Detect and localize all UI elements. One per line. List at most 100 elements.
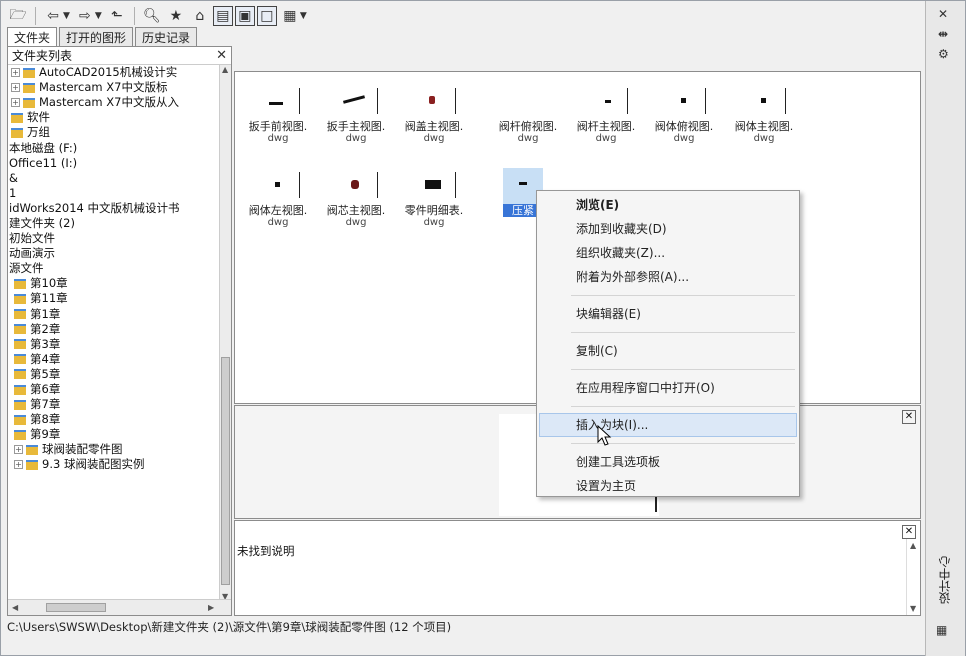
tree-item[interactable]: + Mastercam X7中文版从入: [8, 95, 220, 110]
menu-separator: [571, 295, 795, 296]
drawing-thumbnail[interactable]: 阀盖主视图. dwg: [395, 84, 473, 144]
tree-item[interactable]: 动画演示: [8, 246, 220, 261]
expand-icon[interactable]: +: [14, 460, 23, 470]
tree-view-toggle-icon[interactable]: ▤: [212, 6, 233, 26]
mouse-cursor-icon: [597, 425, 612, 446]
tree-item-label: 第8章: [30, 412, 61, 427]
tree-item[interactable]: 第9章: [8, 427, 220, 442]
home-icon[interactable]: ⌂: [189, 5, 211, 27]
tree-vertical-scrollbar[interactable]: ▲ ▼: [219, 65, 231, 601]
tab-open-drawings[interactable]: 打开的图形: [59, 27, 134, 46]
scroll-right-icon[interactable]: ▶: [208, 603, 214, 612]
views-icon[interactable]: ▦: [279, 5, 301, 27]
scroll-up-icon[interactable]: ▲: [222, 65, 228, 74]
drawing-thumbnail[interactable]: 零件明细表. dwg: [395, 168, 473, 228]
menu-item-attach-xref[interactable]: 附着为外部参照(A)...: [539, 265, 797, 289]
tree-item[interactable]: 第4章: [8, 352, 220, 367]
close-preview-icon[interactable]: ✕: [902, 410, 916, 424]
tree-item[interactable]: 第8章: [8, 412, 220, 427]
thumbnail-ext: dwg: [673, 133, 695, 144]
drawing-preview-icon: [239, 168, 317, 204]
tree-item[interactable]: 第5章: [8, 367, 220, 382]
close-icon[interactable]: ✕: [216, 48, 227, 63]
drawing-thumbnail[interactable]: 阀芯主视图. dwg: [317, 168, 395, 228]
folder-icon: [14, 293, 26, 304]
menu-item-insert-as-block[interactable]: 插入为块(I)...: [539, 413, 797, 437]
back-icon[interactable]: ⇦: [42, 5, 64, 27]
drawing-thumbnail[interactable]: 扳手主视图. dwg: [317, 84, 395, 144]
favorites-icon[interactable]: ★: [165, 5, 187, 27]
favorites-view-toggle-icon[interactable]: ▣: [234, 6, 255, 26]
tree-item[interactable]: 第1章: [8, 307, 220, 322]
tree-item[interactable]: 初始文件: [8, 231, 220, 246]
forward-icon[interactable]: ⇨: [74, 5, 96, 27]
description-scrollbar[interactable]: ▲ ▼: [906, 539, 920, 615]
close-icon[interactable]: ✕: [938, 7, 948, 21]
tree-item[interactable]: 第11章: [8, 291, 220, 306]
up-folder-icon[interactable]: ⬑: [106, 5, 128, 27]
menu-item-copy[interactable]: 复制(C): [539, 339, 797, 363]
drawing-thumbnail[interactable]: 阀体俯视图. dwg: [645, 84, 723, 144]
expand-icon[interactable]: +: [11, 83, 20, 93]
expand-icon[interactable]: +: [11, 68, 20, 78]
folder-icon: [26, 459, 38, 470]
tree-item[interactable]: 第7章: [8, 397, 220, 412]
tree-item[interactable]: 第3章: [8, 337, 220, 352]
close-description-icon[interactable]: ✕: [902, 525, 916, 539]
tree-item[interactable]: +9.3 球阀装配图实例: [8, 457, 220, 472]
menu-item-add-to-favorites[interactable]: 添加到收藏夹(D): [539, 217, 797, 241]
drawing-preview-icon: [317, 84, 395, 120]
tree-item[interactable]: 本地磁盘 (F:): [8, 140, 220, 155]
menu-item-block-editor[interactable]: 块编辑器(E): [539, 302, 797, 326]
scrollbar-thumb[interactable]: [46, 603, 106, 612]
drawing-thumbnail[interactable]: 扳手前视图. dwg: [239, 84, 317, 144]
tree-item[interactable]: 第6章: [8, 382, 220, 397]
tree-item[interactable]: 第2章: [8, 322, 220, 337]
auto-hide-icon[interactable]: ⇹: [938, 27, 948, 41]
tree-item[interactable]: + 球阀装配零件图: [8, 442, 220, 457]
menu-item-set-as-home[interactable]: 设置为主页: [539, 474, 797, 498]
scroll-down-icon[interactable]: ▼: [910, 604, 916, 613]
folder-tree-pane: 文件夹列表 ✕ + AutoCAD2015机械设计实 + Mastercam X7中…: [7, 46, 232, 616]
drawing-thumbnail[interactable]: 阀体主视图. dwg: [725, 84, 803, 144]
tree-item[interactable]: &: [8, 171, 220, 186]
drawing-thumbnail[interactable]: 阀杆俯视图. dwg: [489, 84, 567, 144]
scrollbar-thumb[interactable]: [221, 357, 230, 585]
tree-item[interactable]: idWorks2014 中文版机械设计书: [8, 201, 220, 216]
tree-item-label: Office11 (I:): [9, 155, 78, 170]
drawing-thumbnail[interactable]: 阀体左视图. dwg: [239, 168, 317, 228]
tree-item[interactable]: Office11 (I:): [8, 156, 220, 171]
drawing-thumbnail[interactable]: 阀杆主视图. dwg: [567, 84, 645, 144]
tree-horizontal-scrollbar[interactable]: ◀ ▶: [8, 599, 231, 615]
properties-icon[interactable]: ⚙: [938, 47, 949, 61]
menu-item-open-in-app-window[interactable]: 在应用程序窗口中打开(O): [539, 376, 797, 400]
tree-item[interactable]: 第10章: [8, 276, 220, 291]
menu-item-browse[interactable]: 浏览(E): [539, 193, 797, 217]
tree-item[interactable]: 1: [8, 186, 220, 201]
expand-icon[interactable]: +: [14, 445, 23, 455]
menu-item-organize-favorites[interactable]: 组织收藏夹(Z)...: [539, 241, 797, 265]
search-icon[interactable]: 🔍︎: [141, 5, 163, 27]
forward-dropdown-icon[interactable]: ▼: [95, 11, 102, 21]
views-dropdown-icon[interactable]: ▼: [300, 11, 307, 21]
scroll-left-icon[interactable]: ◀: [12, 603, 18, 612]
tree-item[interactable]: 万组: [8, 125, 220, 140]
thumbnail-name: 零件明细表.: [404, 204, 464, 217]
menu-item-create-tool-palette[interactable]: 创建工具选项板: [539, 450, 797, 474]
tree-item-label: 第10章: [30, 276, 68, 291]
tree-item[interactable]: 软件: [8, 110, 220, 125]
preview-toggle-icon[interactable]: □: [256, 6, 277, 26]
tab-folders[interactable]: 文件夹: [7, 27, 58, 46]
tab-history[interactable]: 历史记录: [135, 27, 198, 46]
scroll-up-icon[interactable]: ▲: [910, 541, 916, 550]
tree-item[interactable]: 源文件: [8, 261, 220, 276]
back-dropdown-icon[interactable]: ▼: [63, 11, 70, 21]
tree-item[interactable]: + Mastercam X7中文版标: [8, 80, 220, 95]
thumbnail-name: 阀杆主视图.: [576, 120, 636, 133]
tree-item[interactable]: + AutoCAD2015机械设计实: [8, 65, 220, 80]
expand-icon[interactable]: +: [11, 98, 20, 108]
load-icon[interactable]: 🗁: [7, 5, 29, 27]
thumbnail-name: 阀体左视图.: [248, 204, 308, 217]
tree-item[interactable]: 建文件夹 (2): [8, 216, 220, 231]
folder-icon: [14, 414, 26, 425]
